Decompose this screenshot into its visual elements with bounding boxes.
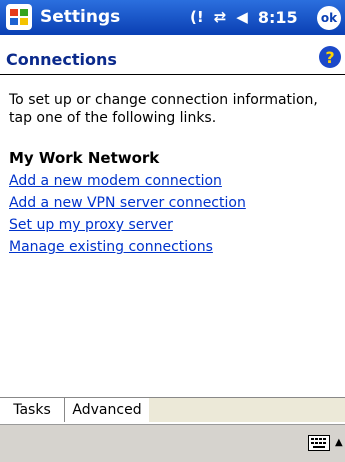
menu-bar: ▲ <box>0 424 345 462</box>
ok-button[interactable]: ok <box>317 6 341 30</box>
page-header: Connections ? <box>0 44 345 74</box>
link-list: Add a new modem connection Add a new VPN… <box>9 170 339 258</box>
connectivity-icon[interactable]: ⇄ <box>214 8 227 26</box>
windows-start-icon[interactable] <box>6 4 32 30</box>
app-title: Settings <box>40 7 121 27</box>
group-title: My Work Network <box>9 149 160 167</box>
notification-icon[interactable]: (! <box>190 8 204 26</box>
intro-text: To set up or change connection informati… <box>9 92 318 126</box>
link-add-vpn[interactable]: Add a new VPN server connection <box>9 192 339 214</box>
help-button[interactable]: ? <box>319 46 341 68</box>
header-divider <box>0 74 345 75</box>
keyboard-icon[interactable] <box>308 435 330 451</box>
sip-arrow-icon[interactable]: ▲ <box>335 437 343 448</box>
link-manage[interactable]: Manage existing connections <box>9 236 339 258</box>
main-content: To set up or change connection informati… <box>9 91 339 258</box>
tab-bar-fill <box>149 398 345 422</box>
link-proxy[interactable]: Set up my proxy server <box>9 214 339 236</box>
tab-bar: Tasks Advanced <box>0 397 345 424</box>
link-add-modem[interactable]: Add a new modem connection <box>9 170 339 192</box>
title-bar: Settings (! ⇄ ◀︎ 8:15 ok <box>0 0 345 35</box>
status-area: (! ⇄ ◀︎ 8:15 <box>190 6 298 28</box>
clock[interactable]: 8:15 <box>258 8 298 27</box>
speaker-icon[interactable]: ◀︎ <box>236 8 248 26</box>
tab-tasks[interactable]: Tasks <box>0 398 64 422</box>
page-title: Connections <box>6 50 117 69</box>
tab-advanced[interactable]: Advanced <box>64 398 150 422</box>
